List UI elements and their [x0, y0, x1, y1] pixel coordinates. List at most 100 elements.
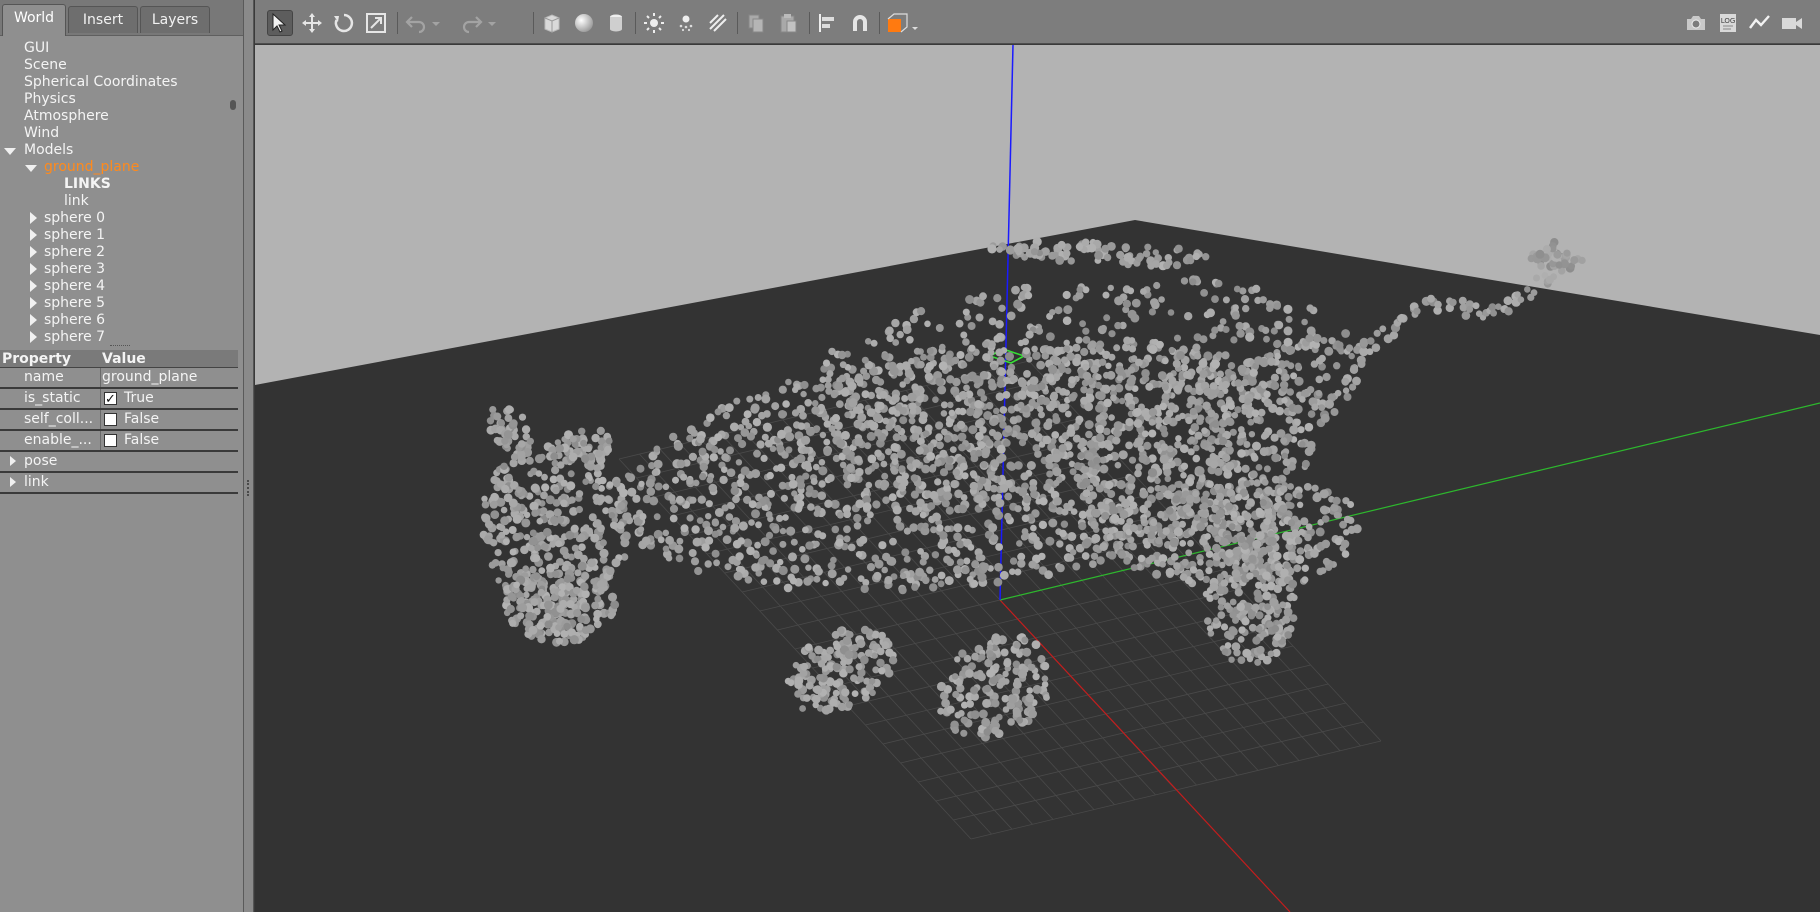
expand-arrow-ground-plane-icon[interactable] [25, 165, 37, 172]
scene-3d-viewport[interactable] [255, 45, 1820, 912]
particle [1294, 376, 1304, 386]
expand-arrow-sphere-6-icon[interactable] [30, 314, 37, 326]
expand-arrow-link-icon[interactable] [10, 477, 16, 487]
copy-button[interactable] [743, 10, 769, 36]
tree-item-models[interactable]: Models [24, 142, 73, 159]
expand-arrow-sphere-2-icon[interactable] [30, 246, 37, 258]
tree-item-atmosphere[interactable]: Atmosphere [24, 108, 109, 125]
particle [839, 461, 847, 469]
particle [521, 518, 531, 528]
particle [1038, 520, 1048, 530]
particle [1209, 526, 1219, 536]
tree-item-sphere-2[interactable]: sphere 2 [44, 244, 105, 261]
panel-splitter[interactable] [244, 0, 254, 912]
particle [604, 445, 612, 454]
particle [855, 551, 863, 558]
particle [711, 549, 720, 558]
rotate-mode-button[interactable] [331, 10, 357, 36]
tab-layers[interactable]: Layers [140, 6, 210, 33]
video-record-icon [1782, 18, 1802, 29]
particle [1311, 403, 1319, 411]
screenshot-button[interactable] [1683, 10, 1709, 36]
tree-item-sphere-1[interactable]: sphere 1 [44, 227, 105, 244]
tree-item-ground-plane[interactable]: ground_plane [44, 159, 139, 176]
tree-resize-grip[interactable] [110, 345, 130, 347]
tree-item-link[interactable]: link [64, 193, 89, 210]
tree-item-sphere-0[interactable]: sphere 0 [44, 210, 105, 227]
particle [544, 620, 553, 629]
particle [1169, 538, 1179, 548]
expand-arrow-sphere-7-icon[interactable] [30, 331, 37, 343]
particle [846, 463, 855, 473]
particle [1281, 397, 1288, 404]
expand-arrow-pose-icon[interactable] [10, 456, 16, 466]
is-static-checkbox[interactable] [104, 390, 117, 409]
undo-dropdown-button[interactable] [429, 10, 443, 36]
particle [985, 401, 994, 410]
expand-arrow-sphere-5-icon[interactable] [30, 297, 37, 309]
particle [1243, 441, 1251, 448]
redo-button[interactable] [459, 10, 485, 36]
particle [1108, 414, 1115, 421]
tree-item-gui[interactable]: GUI [24, 40, 49, 57]
insert-sphere-button[interactable] [571, 10, 597, 36]
undo-button[interactable] [403, 10, 429, 36]
paste-button[interactable] [775, 10, 801, 36]
align-button[interactable] [815, 10, 841, 36]
insert-box-button[interactable] [539, 10, 565, 36]
particle [1173, 562, 1181, 570]
particle [1271, 453, 1281, 463]
expand-arrow-models-icon[interactable] [4, 148, 16, 155]
particle [1048, 364, 1058, 374]
particle [963, 384, 970, 392]
tree-item-sphere-5[interactable]: sphere 5 [44, 295, 105, 312]
expand-arrow-sphere-4-icon[interactable] [30, 280, 37, 292]
self-collide-checkbox[interactable] [104, 413, 117, 426]
expand-arrow-sphere-0-icon[interactable] [30, 212, 37, 224]
particle [823, 438, 831, 446]
particle [1116, 480, 1126, 490]
property-group-pose[interactable]: pose [0, 452, 238, 473]
tree-item-wind[interactable]: Wind [24, 125, 59, 142]
particle [866, 511, 874, 519]
insert-cylinder-button[interactable] [603, 10, 629, 36]
expand-arrow-sphere-3-icon[interactable] [30, 263, 37, 275]
view-angle-button[interactable] [885, 10, 921, 36]
particle [817, 660, 826, 668]
particle [819, 431, 827, 439]
translate-mode-button[interactable] [299, 10, 325, 36]
tree-item-scene[interactable]: Scene [24, 57, 67, 74]
insert-spot-light-button[interactable] [673, 10, 699, 36]
particle [555, 540, 563, 548]
particle [1056, 563, 1065, 573]
log-button[interactable]: LOG [1715, 10, 1741, 36]
redo-dropdown-button[interactable] [485, 10, 499, 36]
property-name-value[interactable]: ground_plane [102, 368, 197, 387]
particle [1320, 413, 1330, 423]
particle [959, 462, 968, 471]
particle [597, 586, 605, 595]
particle [1174, 334, 1181, 342]
property-group-link[interactable]: link [0, 473, 238, 494]
tab-world[interactable]: World [2, 4, 66, 36]
snap-button[interactable] [847, 10, 873, 36]
tab-insert[interactable]: Insert [68, 6, 138, 33]
tree-item-sphere-6[interactable]: sphere 6 [44, 312, 105, 329]
select-mode-button[interactable] [267, 10, 293, 36]
tree-item-physics[interactable]: Physics [24, 91, 76, 108]
scale-mode-button[interactable] [363, 10, 389, 36]
tree-item-sphere-7[interactable]: sphere 7 [44, 329, 105, 346]
tree-item-sphere-3[interactable]: sphere 3 [44, 261, 105, 278]
plot-button[interactable] [1747, 10, 1773, 36]
enable-wind-checkbox[interactable] [104, 434, 117, 447]
insert-directional-light-button[interactable] [705, 10, 731, 36]
expand-arrow-sphere-1-icon[interactable] [30, 229, 37, 241]
video-record-button[interactable] [1779, 10, 1805, 36]
tree-item-spherical-coordinates[interactable]: Spherical Coordinates [24, 74, 178, 91]
tree-scrollbar[interactable] [230, 100, 236, 110]
insert-point-light-button[interactable] [641, 10, 667, 36]
particle [1163, 261, 1171, 270]
particle [773, 577, 781, 585]
particle [978, 476, 987, 485]
tree-item-sphere-4[interactable]: sphere 4 [44, 278, 105, 295]
